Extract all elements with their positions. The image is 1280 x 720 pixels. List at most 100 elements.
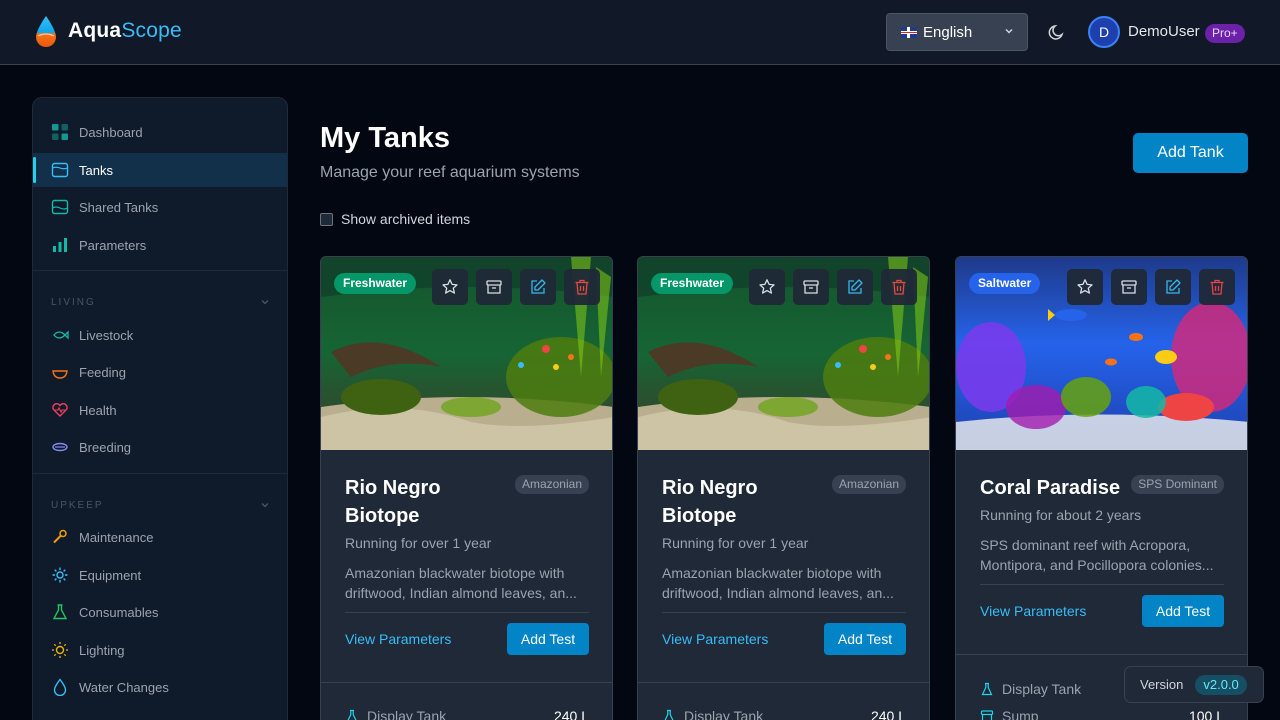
show-archived-checkbox[interactable] bbox=[320, 212, 333, 226]
delete-button[interactable] bbox=[881, 269, 917, 305]
delete-button[interactable] bbox=[1199, 269, 1235, 305]
view-parameters-link[interactable]: View Parameters bbox=[662, 631, 768, 647]
add-test-button[interactable]: Add Test bbox=[824, 623, 906, 655]
bar-chart-icon bbox=[53, 238, 67, 252]
tank-icon bbox=[51, 162, 69, 178]
add-tank-button[interactable]: Add Tank bbox=[1133, 133, 1248, 173]
living-section-header[interactable]: LIVING bbox=[51, 296, 271, 308]
water-type-badge: Saltwater bbox=[969, 273, 1041, 294]
tank-image: Freshwater bbox=[638, 257, 929, 450]
add-test-button[interactable]: Add Test bbox=[1142, 595, 1224, 627]
heart-pulse-icon bbox=[52, 403, 68, 417]
add-test-button[interactable]: Add Test bbox=[507, 623, 589, 655]
language-select[interactable]: English bbox=[886, 13, 1028, 51]
wrench-icon bbox=[53, 529, 67, 544]
droplet-icon bbox=[53, 678, 67, 696]
flask-icon bbox=[347, 709, 357, 720]
upkeep-section-header[interactable]: UPKEEP bbox=[51, 499, 271, 511]
tank-name[interactable]: Rio Negro Biotope bbox=[345, 474, 495, 530]
sidebar-item-label: Maintenance bbox=[79, 529, 154, 545]
sidebar-item-label: Water Changes bbox=[79, 679, 169, 695]
favorite-button[interactable] bbox=[1067, 269, 1103, 305]
sidebar-divider bbox=[33, 473, 287, 474]
tank-style-badge: Amazonian bbox=[514, 475, 589, 494]
shared-tank-icon bbox=[51, 199, 69, 215]
sun-icon bbox=[52, 642, 68, 658]
sidebar-item-breeding[interactable]: Breeding bbox=[33, 430, 287, 464]
upkeep-section-title: UPKEEP bbox=[51, 499, 104, 511]
tank-name[interactable]: Rio Negro Biotope bbox=[662, 474, 812, 530]
chevron-down-icon bbox=[261, 503, 269, 508]
tank-description: SPS dominant reef with Acropora, Montipo… bbox=[980, 535, 1224, 575]
sidebar-item-feeding[interactable]: Feeding bbox=[33, 355, 287, 389]
archive-button[interactable] bbox=[793, 269, 829, 305]
sidebar-item-health[interactable]: Health bbox=[33, 393, 287, 427]
archive-button[interactable] bbox=[476, 269, 512, 305]
sidebar-item-label: Feeding bbox=[79, 364, 126, 380]
sidebar-item-dashboard[interactable]: Dashboard bbox=[33, 115, 287, 149]
show-archived-toggle[interactable]: Show archived items bbox=[320, 211, 470, 227]
tank-name[interactable]: Coral Paradise bbox=[980, 474, 1150, 502]
tank-spec-value: 100 L bbox=[1188, 708, 1224, 720]
delete-button[interactable] bbox=[564, 269, 600, 305]
favorite-button[interactable] bbox=[749, 269, 785, 305]
water-type-badge: Freshwater bbox=[334, 273, 417, 294]
tank-style-badge: SPS Dominant bbox=[1131, 475, 1224, 494]
tank-spec-value: 240 L bbox=[553, 708, 589, 720]
card-divider bbox=[980, 584, 1224, 585]
version-label: Version bbox=[1140, 677, 1184, 692]
sidebar-item-consumables[interactable]: Consumables bbox=[33, 595, 287, 629]
trash-icon bbox=[892, 279, 906, 295]
tank-description-line1: Amazonian blackwater biotope with bbox=[345, 565, 565, 581]
edit-button[interactable] bbox=[1155, 269, 1191, 305]
star-icon bbox=[759, 279, 775, 294]
tank-name-line2: Biotope bbox=[345, 505, 420, 527]
brand-name: AquaScope bbox=[68, 19, 182, 43]
tank-name-line1: Rio Negro bbox=[345, 477, 441, 499]
fish-icon bbox=[53, 330, 69, 340]
sidebar-item-label: Breeding bbox=[79, 439, 132, 455]
water-drop-logo-icon bbox=[36, 16, 56, 47]
favorite-button[interactable] bbox=[432, 269, 468, 305]
tank-image: Saltwater bbox=[956, 257, 1247, 450]
sidebar-item-label: Shared Tanks bbox=[79, 199, 159, 215]
tank-image: Freshwater bbox=[321, 257, 612, 450]
edit-button[interactable] bbox=[520, 269, 556, 305]
avatar[interactable]: D bbox=[1088, 16, 1120, 48]
tank-description-line2: driftwood, Indian almond leaves, an... bbox=[662, 585, 894, 601]
sidebar: Dashboard Tanks Shared Tanks Parameters … bbox=[32, 97, 288, 720]
cog-icon bbox=[52, 567, 68, 583]
user-name[interactable]: DemoUser bbox=[1128, 23, 1200, 40]
tank-description-line1: Amazonian blackwater biotope with bbox=[662, 565, 882, 581]
moon-icon[interactable] bbox=[1047, 22, 1067, 42]
edit-button[interactable] bbox=[837, 269, 873, 305]
sidebar-item-lighting[interactable]: Lighting bbox=[33, 633, 287, 667]
sidebar-item-equipment[interactable]: Equipment bbox=[33, 558, 287, 592]
tank-spec-label: Display Tank bbox=[1002, 681, 1082, 697]
brand-name-part1: Aqua bbox=[68, 19, 122, 42]
flask-icon bbox=[52, 604, 68, 620]
sidebar-item-parameters[interactable]: Parameters bbox=[33, 228, 287, 262]
flask-icon bbox=[981, 682, 993, 696]
archive-button[interactable] bbox=[1111, 269, 1147, 305]
eggs-icon bbox=[52, 442, 68, 452]
chevron-down-icon bbox=[1005, 28, 1013, 34]
sidebar-item-livestock[interactable]: Livestock bbox=[33, 318, 287, 352]
tank-description: Amazonian blackwater biotope with driftw… bbox=[345, 563, 589, 603]
sidebar-item-maintenance[interactable]: Maintenance bbox=[33, 520, 287, 554]
sidebar-item-water-changes[interactable]: Water Changes bbox=[33, 670, 287, 704]
grid-icon bbox=[52, 124, 68, 140]
tank-description-line2: driftwood, Indian almond leaves, an... bbox=[345, 585, 577, 601]
brand[interactable]: AquaScope bbox=[34, 14, 182, 48]
sidebar-item-tanks[interactable]: Tanks bbox=[33, 153, 287, 187]
star-icon bbox=[1077, 279, 1093, 294]
sidebar-item-label: Livestock bbox=[79, 327, 134, 343]
sidebar-item-shared-tanks[interactable]: Shared Tanks bbox=[33, 190, 287, 224]
tank-name-line1: Coral Paradise bbox=[980, 477, 1121, 499]
tank-style-badge: Amazonian bbox=[831, 475, 906, 494]
view-parameters-link[interactable]: View Parameters bbox=[345, 631, 451, 647]
tank-description-line2: Montipora, and Pocillopora colonies... bbox=[980, 557, 1214, 573]
brand-name-part2: Scope bbox=[121, 19, 182, 42]
edit-icon bbox=[1166, 279, 1181, 294]
view-parameters-link[interactable]: View Parameters bbox=[980, 603, 1086, 619]
